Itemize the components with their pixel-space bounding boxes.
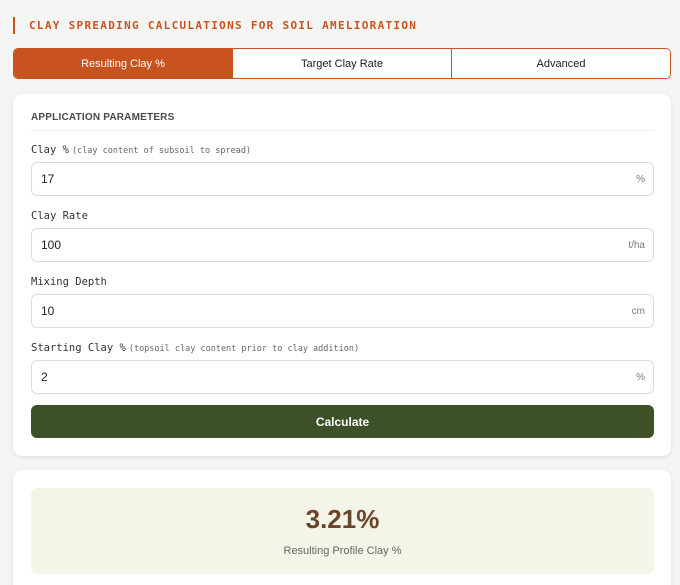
mixing-depth-value: 10 [41, 304, 55, 318]
section-title: APPLICATION PARAMETERS [31, 112, 653, 131]
starting-clay-value: 2 [41, 370, 48, 384]
clay-rate-input[interactable]: 100 t/ha [31, 228, 654, 262]
clay-rate-label: Clay Rate [31, 210, 88, 222]
starting-clay-label: Starting Clay % (topsoil clay content pri… [31, 342, 359, 354]
clay-percent-input[interactable]: 17 % [31, 162, 654, 196]
clay-rate-unit: t/ha [628, 239, 645, 251]
clay-rate-label-text: Clay Rate [31, 210, 88, 222]
starting-clay-hint: (topsoil clay content prior to clay addi… [128, 344, 360, 354]
mixing-depth-label-text: Mixing Depth [31, 276, 107, 288]
tab-resulting-clay[interactable]: Resulting Clay % [14, 49, 233, 78]
clay-percent-value: 17 [41, 172, 55, 186]
starting-clay-input[interactable]: 2 % [31, 360, 654, 394]
page-title: CLAY SPREADING CALCULATIONS FOR SOIL AME… [13, 17, 417, 34]
mixing-depth-label: Mixing Depth [31, 276, 107, 288]
mixing-depth-unit: cm [631, 305, 645, 317]
result-panel: 3.21% Resulting Profile Clay % [31, 488, 654, 574]
starting-clay-unit: % [636, 371, 645, 383]
clay-percent-label: Clay % (clay content of subsoil to spread… [31, 144, 251, 156]
calculate-button[interactable]: Calculate [31, 405, 654, 438]
result-value: 3.21% [305, 504, 380, 534]
clay-percent-unit: % [636, 173, 645, 185]
starting-clay-label-text: Starting Clay % [31, 342, 126, 354]
clay-percent-label-text: Clay % [31, 144, 69, 156]
result-label: Resulting Profile Clay % [283, 545, 402, 557]
result-card: 3.21% Resulting Profile Clay % [13, 470, 671, 585]
tab-advanced[interactable]: Advanced [452, 49, 670, 78]
clay-percent-hint: (clay content of subsoil to spread) [71, 146, 252, 156]
tab-target-clay-rate[interactable]: Target Clay Rate [233, 49, 452, 78]
clay-rate-value: 100 [41, 238, 62, 252]
tab-bar: Resulting Clay % Target Clay Rate Advanc… [13, 48, 671, 79]
parameters-card: APPLICATION PARAMETERS Clay % (clay conte… [13, 94, 671, 456]
mixing-depth-input[interactable]: 10 cm [31, 294, 654, 328]
